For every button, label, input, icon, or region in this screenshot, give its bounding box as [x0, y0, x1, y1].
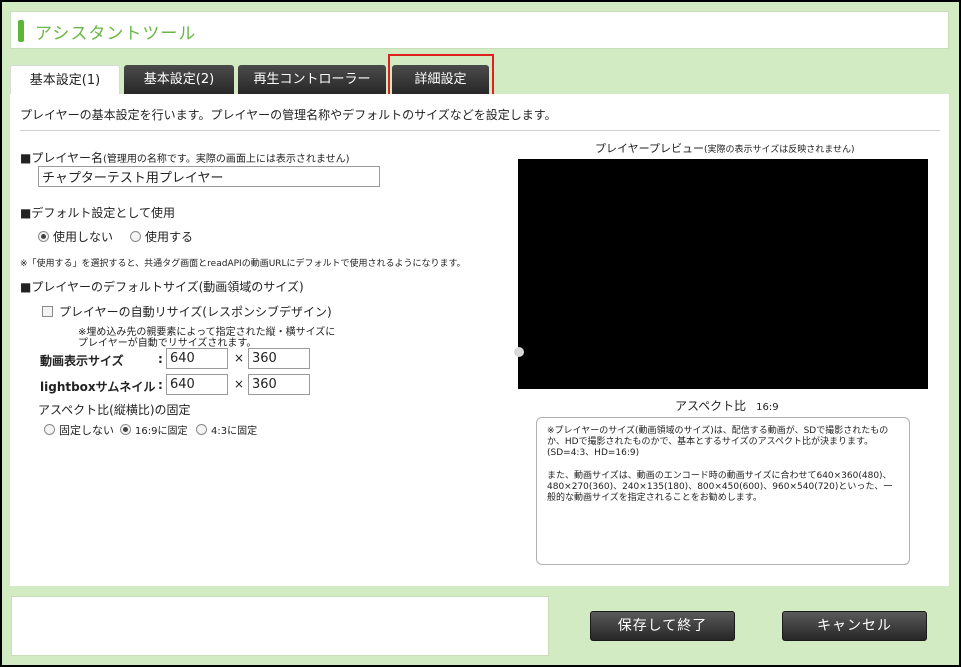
radio-use[interactable]: 使用する [130, 228, 193, 245]
radio-lock-4-3[interactable]: 4:3に固定 [196, 422, 257, 437]
lightbox-colon: : [158, 378, 163, 392]
size-info-para-2: また、動画サイズは、動画のエンコード時の動画サイズに合わせて640×360(48… [547, 471, 893, 503]
tab-basic-settings-1[interactable]: 基本設定(1) [10, 65, 120, 96]
radio-use-indicator[interactable] [130, 231, 141, 242]
default-setting-note: ※「使用する」を選択すると、共通タグ画面とreadAPIの動画URLにデフォルト… [20, 259, 466, 269]
auto-resize-checkbox[interactable]: プレイヤーの自動リサイズ(レスポンシブデザイン) [42, 303, 332, 320]
tab-basic-settings-2[interactable]: 基本設定(2) [124, 65, 234, 95]
radio-lock-16-9-indicator[interactable] [120, 424, 131, 435]
size-info-para-1: ※プレイヤーのサイズ(動画領域のサイズ)は、配信する動画が、SDで撮影されたもの… [547, 426, 889, 458]
player-preview [514, 159, 928, 389]
app-frame: アシスタントツール 基本設定(1) 基本設定(2) 再生コントローラー 詳細設定… [2, 2, 959, 665]
video-width-input[interactable] [166, 348, 228, 369]
auto-resize-checkbox-box[interactable] [42, 306, 53, 317]
aspect-lock-heading: アスペクト比(縦横比)の固定 [38, 403, 191, 417]
cancel-button[interactable]: キャンセル [782, 611, 927, 641]
lightbox-width-input[interactable] [166, 374, 228, 395]
video-size-label: 動画表示サイズ [40, 354, 124, 368]
default-size-heading: ■プレイヤーのデフォルトサイズ(動画領域のサイズ) [20, 280, 304, 294]
preview-title: プレイヤープレビュー(実際の表示サイズは反映されません) [595, 142, 855, 155]
bottom-message-area [11, 596, 549, 656]
app-title: アシスタントツール [35, 24, 197, 44]
player-name-heading: ■プレイヤー名(管理用の名称です。実際の画面上には表示されません) [20, 151, 350, 165]
default-setting-heading: ■デフォルト設定として使用 [20, 206, 175, 220]
lightbox-height-input[interactable] [248, 374, 310, 395]
tab-playback-controller[interactable]: 再生コントローラー [238, 65, 386, 95]
lightbox-times: × [234, 377, 245, 391]
title-accent-bar [18, 20, 24, 42]
video-size-colon: : [158, 352, 163, 366]
lightbox-thumbnail-label: lightboxサムネイル [40, 380, 156, 394]
radio-lock-16-9[interactable]: 16:9に固定 [120, 422, 187, 437]
divider [20, 130, 940, 131]
title-bar: アシスタントツール [10, 11, 949, 49]
radio-no-lock-indicator[interactable] [44, 424, 55, 435]
aspect-ratio-display: アスペクト比 16:9 [675, 399, 779, 413]
video-size-times: × [234, 351, 245, 365]
radio-not-use[interactable]: 使用しない [38, 228, 113, 245]
panel-description: プレイヤーの基本設定を行います。プレイヤーの管理名称やデフォルトのサイズなどを設… [20, 108, 557, 122]
settings-panel: プレイヤーの基本設定を行います。プレイヤーの管理名称やデフォルトのサイズなどを設… [10, 94, 949, 586]
preview-edge-dot [514, 347, 524, 357]
player-name-input[interactable] [38, 166, 380, 187]
radio-no-lock[interactable]: 固定しない [44, 422, 114, 438]
size-info-box: ※プレイヤーのサイズ(動画領域のサイズ)は、配信する動画が、SDで撮影されたもの… [536, 417, 910, 565]
auto-resize-note-2: プレイヤーが自動でリサイズされます。 [78, 338, 257, 349]
radio-lock-4-3-indicator[interactable] [196, 424, 207, 435]
save-and-exit-button[interactable]: 保存して終了 [590, 611, 735, 641]
radio-not-use-indicator[interactable] [38, 231, 49, 242]
video-height-input[interactable] [248, 348, 310, 369]
